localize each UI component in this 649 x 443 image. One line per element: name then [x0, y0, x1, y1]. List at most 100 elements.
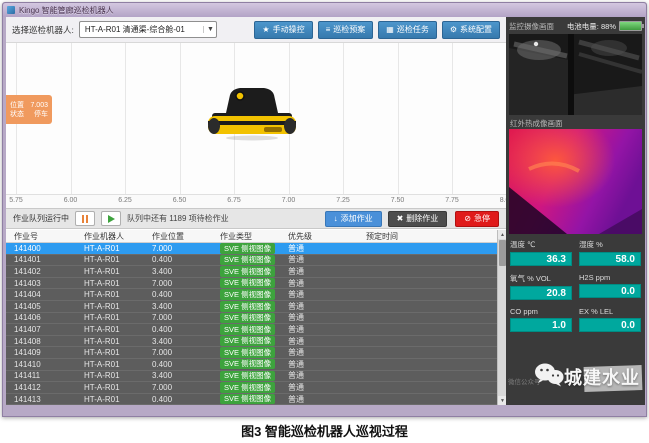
- job-priority-cell: 普通: [280, 301, 358, 312]
- job-type-badge: SVE 侧视图像: [220, 347, 275, 358]
- job-time-cell: [358, 243, 497, 254]
- right-panel: 监控摄像画面 电池电量: 88% 红外热成像画面: [506, 17, 645, 405]
- play-button[interactable]: [101, 211, 121, 226]
- scrollbar-thumb[interactable]: [499, 240, 506, 266]
- watermark: 微信公众号 城建水业: [506, 358, 645, 403]
- delete-job-button[interactable]: ✖ 删除作业: [388, 211, 448, 227]
- job-column-header: 预定时间: [358, 230, 497, 242]
- job-time-cell: [358, 371, 497, 382]
- table-row[interactable]: 141408HT-A-R013.400SVE 侧视图像普通: [6, 336, 497, 348]
- job-cell: 141407: [6, 324, 76, 335]
- watermark-brand-text: 城建水业: [564, 364, 640, 390]
- job-type-cell: SVE 侧视图像: [212, 289, 280, 300]
- job-priority-cell: 普通: [280, 278, 358, 289]
- table-row[interactable]: 141400HT-A-R017.000SVE 侧视图像普通: [6, 243, 497, 255]
- ruler-tick-label: 7.25: [336, 197, 350, 204]
- thermal-feed-image: [509, 129, 642, 234]
- job-type-badge: SVE 侧视图像: [220, 324, 275, 335]
- window-title: Kingo 智能管廊巡检机器人: [19, 5, 114, 16]
- job-cell: 141400: [6, 243, 76, 254]
- pause-button[interactable]: [75, 211, 95, 226]
- toolbar-button-系统配置[interactable]: ⚙系统配置: [442, 21, 500, 39]
- table-row[interactable]: 141407HT-A-R010.400SVE 侧视图像普通: [6, 324, 497, 336]
- sensor-氧气 % VOL: 氧气 % VOL20.8: [510, 273, 572, 300]
- job-time-cell: [358, 301, 497, 312]
- job-cell: 0.400: [144, 359, 212, 370]
- top-toolbar: 选择巡检机器人: HT-A-R01 清通渠-综合舱-01 ▼ ★手动操控 ≡巡检预…: [6, 17, 506, 43]
- map-gridline: [125, 43, 126, 194]
- sensor-CO ppm: CO ppm1.0: [510, 307, 572, 332]
- job-priority-cell: 普通: [280, 243, 358, 254]
- table-scrollbar[interactable]: ▲ ▼: [497, 230, 506, 405]
- job-type-badge: SVE 侧视图像: [220, 394, 275, 405]
- toolbar-button-手动操控[interactable]: ★手动操控: [254, 21, 312, 39]
- toolbar-button-巡检任务[interactable]: ▦巡检任务: [378, 21, 437, 39]
- job-type-cell: SVE 侧视图像: [212, 394, 280, 405]
- map-gridline: [452, 43, 453, 194]
- table-row[interactable]: 141403HT-A-R017.000SVE 侧视图像普通: [6, 278, 497, 290]
- robot-position-box: 位置 7.003 状态 停车: [6, 95, 52, 124]
- job-priority-cell: 普通: [280, 359, 358, 370]
- thermal-feed-label: 红外热成像画面: [510, 118, 563, 129]
- toolbar-button-icon: ★: [262, 26, 269, 34]
- sensor-温度 ℃: 温度 ℃36.3: [510, 239, 572, 266]
- table-row[interactable]: 141404HT-A-R010.400SVE 侧视图像普通: [6, 289, 497, 301]
- table-row[interactable]: 141401HT-A-R010.400SVE 侧视图像普通: [6, 255, 497, 267]
- camera-feed-image: [509, 34, 642, 115]
- table-row[interactable]: 141406HT-A-R017.000SVE 侧视图像普通: [6, 313, 497, 325]
- ruler-tick-label: 7.75: [445, 197, 459, 204]
- table-row[interactable]: 141412HT-A-R017.000SVE 侧视图像普通: [6, 382, 497, 394]
- ruler-tick-label: 6.00: [64, 197, 78, 204]
- job-type-cell: SVE 侧视图像: [212, 278, 280, 289]
- job-time-cell: [358, 255, 497, 266]
- job-cell: HT-A-R01: [76, 278, 144, 289]
- toolbar-button-icon: ▦: [386, 26, 394, 34]
- toolbar-button-巡检预案[interactable]: ≡巡检预案: [318, 21, 374, 39]
- table-row[interactable]: 141411HT-A-R013.400SVE 侧视图像普通: [6, 371, 497, 383]
- job-cell: HT-A-R01: [76, 382, 144, 393]
- table-row[interactable]: 141402HT-A-R013.400SVE 侧视图像普通: [6, 266, 497, 278]
- sensor-label: H2S ppm: [579, 273, 641, 282]
- job-table-header: 作业号作业机器人作业位置作业类型优先级预定时间: [6, 230, 497, 243]
- table-row[interactable]: 141413HT-A-R010.400SVE 侧视图像普通: [6, 394, 497, 405]
- job-cell: 0.400: [144, 289, 212, 300]
- job-type-badge: SVE 侧视图像: [220, 336, 275, 347]
- table-row[interactable]: 141410HT-A-R010.400SVE 侧视图像普通: [6, 359, 497, 371]
- sensor-value: 0.0: [579, 318, 641, 332]
- sensor-readouts: 温度 ℃36.3湿度 %58.0氧气 % VOL20.8H2S ppm0.0CO…: [510, 239, 641, 332]
- job-priority-cell: 普通: [280, 336, 358, 347]
- toolbar-button-label: 巡检任务: [397, 24, 429, 35]
- battery-icon: [619, 21, 642, 31]
- robot-illustration: [204, 83, 300, 146]
- job-cell: HT-A-R01: [76, 359, 144, 370]
- job-priority-cell: 普通: [280, 255, 358, 266]
- job-type-cell: SVE 侧视图像: [212, 371, 280, 382]
- toolbar-buttons: ★手动操控≡巡检预案▦巡检任务⚙系统配置: [254, 21, 500, 39]
- map-gridline: [180, 43, 181, 194]
- queue-remaining-text: 队列中还有 1189 项待检作业: [127, 213, 229, 224]
- sensor-H2S ppm: H2S ppm0.0: [579, 273, 641, 300]
- job-cell: HT-A-R01: [76, 347, 144, 358]
- sensor-label: 氧气 % VOL: [510, 273, 572, 284]
- robot-select-dropdown[interactable]: HT-A-R01 清通渠-综合舱-01 ▼: [79, 21, 217, 38]
- status-label: 状态: [10, 111, 24, 118]
- job-cell: 141409: [6, 347, 76, 358]
- job-priority-cell: 普通: [280, 371, 358, 382]
- job-column-header: 作业号: [6, 230, 76, 242]
- robot-select-label: 选择巡检机器人:: [12, 24, 74, 36]
- job-priority-cell: 普通: [280, 289, 358, 300]
- tunnel-map-canvas[interactable]: 位置 7.003 状态 停车: [6, 43, 506, 194]
- stop-slash-icon: ⊘: [464, 214, 471, 223]
- job-cell: 141404: [6, 289, 76, 300]
- table-row[interactable]: 141409HT-A-R017.000SVE 侧视图像普通: [6, 347, 497, 359]
- emergency-stop-button[interactable]: ⊘ 急停: [455, 211, 499, 227]
- add-job-button[interactable]: ↓ 添加作业: [325, 211, 382, 227]
- position-ruler: 5.756.006.256.506.757.007.257.507.758.00: [6, 194, 506, 208]
- ruler-tick-label: 5.75: [9, 197, 23, 204]
- table-row[interactable]: 141405HT-A-R013.400SVE 侧视图像普通: [6, 301, 497, 313]
- job-time-cell: [358, 324, 497, 335]
- job-cell: HT-A-R01: [76, 266, 144, 277]
- job-cell: 141410: [6, 359, 76, 370]
- title-bar[interactable]: Kingo 智能管廊巡检机器人: [3, 3, 646, 17]
- job-type-cell: SVE 侧视图像: [212, 313, 280, 324]
